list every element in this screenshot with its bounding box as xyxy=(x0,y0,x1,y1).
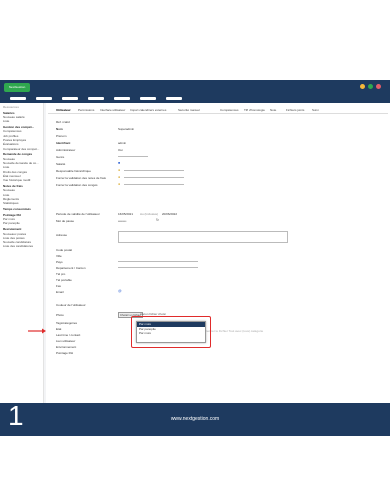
fwnotes-label: Forcer la validation des notes de frais xyxy=(56,176,106,180)
top-bar: NextGestion xyxy=(0,80,390,94)
dept-label: Département / Canton xyxy=(56,266,86,270)
fwconges-label: Forcer la validation des congés xyxy=(56,183,98,187)
arrow-right-icon xyxy=(28,328,46,334)
menu-item-5[interactable] xyxy=(114,97,130,100)
ville-label: Ville xyxy=(56,254,62,258)
sidebar-item[interactable]: Statistiques xyxy=(3,201,43,205)
tab[interactable]: Interface utilisateur xyxy=(100,108,125,112)
resp-select[interactable] xyxy=(124,168,184,171)
pointage-dropdown[interactable]: Par mois Par panoplie Par mois xyxy=(136,321,206,343)
email-label: Email xyxy=(56,290,64,294)
dropdown-option[interactable]: Par mois xyxy=(137,331,205,336)
tags-label: Tags/catégories xyxy=(56,321,78,325)
env-label: Environnement xyxy=(56,345,77,349)
period-label: Période de validité de l'utilisateur xyxy=(56,212,100,216)
menu-item-4[interactable] xyxy=(88,97,104,100)
app-window: NextGestion Ressources Salariés Nouveau s… xyxy=(0,80,390,403)
date-end[interactable]: 20/06/2022 xyxy=(162,212,177,216)
notification-dot-yellow[interactable] xyxy=(360,84,365,89)
pays-label: Pays xyxy=(56,260,63,264)
identifiant-label: Identifiant xyxy=(56,141,71,145)
admin-value[interactable]: Oui xyxy=(118,148,123,152)
couleur-label: Couleur de l'utilisateur xyxy=(56,303,86,307)
refresh-icon[interactable]: ↻ xyxy=(156,218,159,222)
brand-logo[interactable]: NextGestion xyxy=(4,83,30,92)
etat-label: Etat xyxy=(56,327,62,331)
mdp-label: Mot de passe xyxy=(56,219,75,223)
notification-dot-red[interactable] xyxy=(376,84,381,89)
genre-label: Genre xyxy=(56,155,65,159)
menu-item-7[interactable] xyxy=(166,97,182,100)
fwconges-select[interactable] xyxy=(124,182,184,185)
dept-select[interactable] xyxy=(118,265,198,268)
main-content: Utilisateur Permissions Interface utilisat… xyxy=(46,103,390,403)
sidebar-item[interactable]: Comparateur des compét... xyxy=(3,147,43,151)
at-icon: @ xyxy=(118,289,122,293)
tab[interactable]: Fichiers joints xyxy=(286,108,304,112)
nom-value[interactable]: Superadmin xyxy=(118,127,134,131)
hint-text: rentrer le Fichier Tout avec (tous) caté… xyxy=(206,329,264,333)
sidebar-item[interactable]: Par panoplie xyxy=(3,221,43,225)
sidebar-item[interactable]: Liste xyxy=(3,119,43,123)
tab[interactable]: Tiff d'homologie xyxy=(244,108,265,112)
sidebar-item[interactable]: Vue historique modif. xyxy=(3,178,43,182)
sidebar-section-heading[interactable]: Temps consommés xyxy=(3,207,43,211)
admin-label: Administrateur xyxy=(56,148,76,152)
date-sep: Au (Inclusive) xyxy=(140,212,159,216)
sidebar: Ressources Salariés Nouveau salarié Liste G… xyxy=(0,103,44,403)
adresse-input[interactable] xyxy=(118,231,288,243)
tab[interactable]: Note xyxy=(270,108,276,112)
tab[interactable]: Sécurité manuel xyxy=(178,108,200,112)
pays-select[interactable] xyxy=(118,259,198,262)
tab[interactable]: Permissions xyxy=(78,108,94,112)
mdp-value[interactable]: •••••••• xyxy=(118,219,126,223)
tab[interactable]: Suivi xyxy=(312,108,319,112)
user-icon: ● xyxy=(118,175,121,179)
lastcontact-label: Last time / contact xyxy=(56,333,81,337)
salarie-label: Salarié xyxy=(56,162,66,166)
nom-label: Nom xyxy=(56,127,63,131)
footer-url[interactable]: www.nextgestion.com xyxy=(0,416,390,422)
tab[interactable]: Compétences xyxy=(220,108,239,112)
tel-label: Tél pro xyxy=(56,272,66,276)
adresse-label: Adresse xyxy=(56,233,68,237)
ref-label: Réf. rcatid xyxy=(56,120,70,124)
fax-label: Fax xyxy=(56,284,62,288)
sidebar-title: Ressources xyxy=(3,105,19,109)
resp-label: Responsable hiérarchique xyxy=(56,169,91,173)
user-icon: ● xyxy=(118,168,121,172)
menu-item-3[interactable] xyxy=(62,97,78,100)
fwnotes-select[interactable] xyxy=(124,175,184,178)
notification-dot-green[interactable] xyxy=(368,84,373,89)
telport-label: Tél portable xyxy=(56,278,72,282)
menu-item-6[interactable] xyxy=(140,97,156,100)
prenom-label: Prénom xyxy=(56,134,67,138)
menu-item-1[interactable] xyxy=(10,97,26,100)
photo-label: Photo xyxy=(56,313,64,317)
cp-label: Code postal xyxy=(56,248,73,252)
pointage-label: Pointage RH xyxy=(56,351,74,355)
genre-select[interactable] xyxy=(118,154,148,157)
tab[interactable]: Import calendriers externes xyxy=(130,108,166,112)
user-icon: ● xyxy=(118,182,121,186)
checkbox-icon[interactable]: ■ xyxy=(118,161,120,165)
date-start[interactable]: 16/05/2021 xyxy=(118,212,133,216)
menu-item-2[interactable] xyxy=(36,97,52,100)
identifiant-value[interactable]: admin xyxy=(118,141,126,145)
tab[interactable]: Utilisateur xyxy=(56,108,71,112)
tab-bar: Utilisateur Permissions Interface utilisat… xyxy=(48,107,388,114)
sidebar-item[interactable]: Liste des candidatures xyxy=(3,244,43,248)
lien-label: Lien utilisateur xyxy=(56,339,76,343)
main-menu xyxy=(0,94,390,103)
